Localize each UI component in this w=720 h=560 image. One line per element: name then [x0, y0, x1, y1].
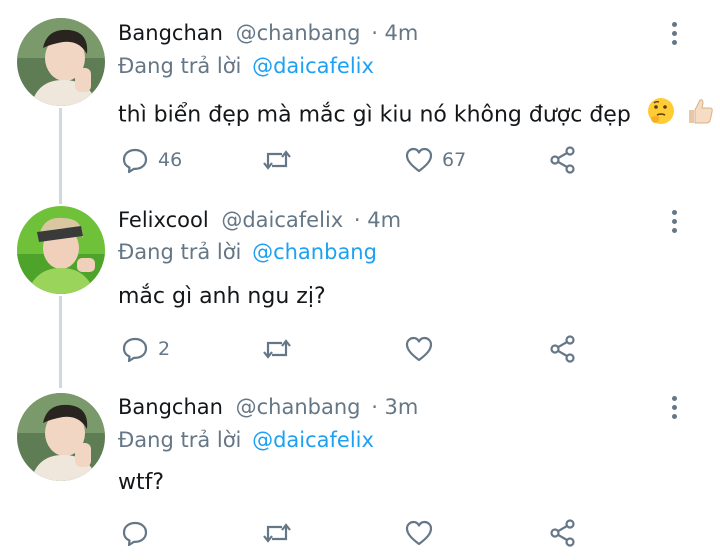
timestamp: · 4m	[371, 21, 419, 45]
avatar[interactable]	[17, 206, 105, 294]
user-handle[interactable]: @daicafelix	[221, 208, 343, 232]
dot-icon	[671, 227, 677, 233]
replying-to: Đang trả lời @daicafelix	[118, 52, 374, 80]
retweet-button[interactable]	[260, 517, 294, 549]
thumbs-up-icon	[685, 96, 715, 135]
display-name[interactable]: Bangchan	[118, 21, 223, 45]
reply-icon	[122, 148, 148, 174]
mention-link[interactable]: @daicafelix	[252, 54, 374, 78]
tweet[interactable]: Felixcool @daicafelix · 4m Đang trả lời …	[0, 188, 720, 380]
more-options-button[interactable]	[662, 18, 686, 48]
share-button[interactable]	[548, 333, 578, 365]
replying-to: Đang trả lời @daicafelix	[118, 426, 374, 454]
tweet-text-content: wtf?	[118, 470, 165, 495]
dot-icon	[671, 404, 677, 410]
reply-button[interactable]	[120, 517, 158, 549]
more-options-button[interactable]	[662, 392, 686, 422]
tweet-header: Bangchan @chanbang · 3m	[118, 393, 418, 421]
replying-to-label: Đang trả lời	[118, 428, 242, 452]
reply-count: 2	[158, 338, 171, 360]
share-icon	[550, 146, 575, 174]
tweet-header: Bangchan @chanbang · 4m	[118, 19, 418, 47]
tweet-text-content: thì biển đẹp mà mắc gì kiu nó không được…	[118, 102, 631, 128]
retweet-button[interactable]	[260, 333, 294, 365]
like-count: 67	[442, 149, 467, 171]
reply-icon	[122, 521, 148, 547]
thinking-face-icon	[646, 96, 676, 135]
dot-icon	[671, 395, 677, 401]
heart-icon	[405, 147, 433, 173]
like-button[interactable]: 67	[404, 144, 466, 176]
reply-count: 46	[158, 149, 183, 171]
display-name[interactable]: Bangchan	[118, 395, 223, 419]
dot-icon	[671, 39, 677, 45]
heart-icon	[405, 520, 433, 546]
tweet[interactable]: Bangchan @chanbang · 4m Đang trả lời @da…	[0, 0, 720, 188]
tweet-text: thì biển đẹp mà mắc gì kiu nó không được…	[118, 96, 715, 135]
share-button[interactable]	[548, 144, 578, 176]
avatar[interactable]	[17, 393, 105, 481]
more-options-button[interactable]	[662, 206, 686, 236]
dot-icon	[671, 413, 677, 419]
dot-icon	[671, 218, 677, 224]
retweet-icon	[263, 339, 291, 359]
retweet-icon	[263, 150, 291, 170]
retweet-icon	[263, 523, 291, 543]
like-button[interactable]	[404, 333, 442, 365]
tweet[interactable]: Bangchan @chanbang · 3m Đang trả lời @da…	[0, 375, 720, 560]
share-icon	[550, 519, 575, 547]
display-name[interactable]: Felixcool	[118, 208, 209, 232]
reply-button[interactable]: 46	[120, 144, 182, 176]
dot-icon	[671, 30, 677, 36]
avatar[interactable]	[17, 18, 105, 106]
reply-icon	[122, 337, 148, 363]
timestamp: · 4m	[353, 208, 402, 232]
user-handle[interactable]: @chanbang	[236, 395, 361, 419]
replying-to: Đang trả lời @chanbang	[118, 238, 377, 266]
tweet-text: mắc gì anh ngu zị?	[118, 282, 326, 312]
share-icon	[550, 335, 575, 363]
mention-link[interactable]: @chanbang	[252, 240, 377, 264]
replying-to-label: Đang trả lời	[118, 240, 242, 264]
user-handle[interactable]: @chanbang	[236, 21, 361, 45]
mention-link[interactable]: @daicafelix	[252, 428, 374, 452]
retweet-button[interactable]	[260, 144, 294, 176]
like-button[interactable]	[404, 517, 442, 549]
dot-icon	[671, 21, 677, 27]
replying-to-label: Đang trả lời	[118, 54, 242, 78]
timestamp: · 3m	[371, 395, 419, 419]
dot-icon	[671, 209, 677, 215]
heart-icon	[405, 336, 433, 362]
tweet-text: wtf?	[118, 468, 164, 498]
share-button[interactable]	[548, 517, 578, 549]
tweet-header: Felixcool @daicafelix · 4m	[118, 206, 401, 234]
tweet-text-content: mắc gì anh ngu zị?	[118, 284, 326, 309]
reply-button[interactable]: 2	[120, 333, 170, 365]
